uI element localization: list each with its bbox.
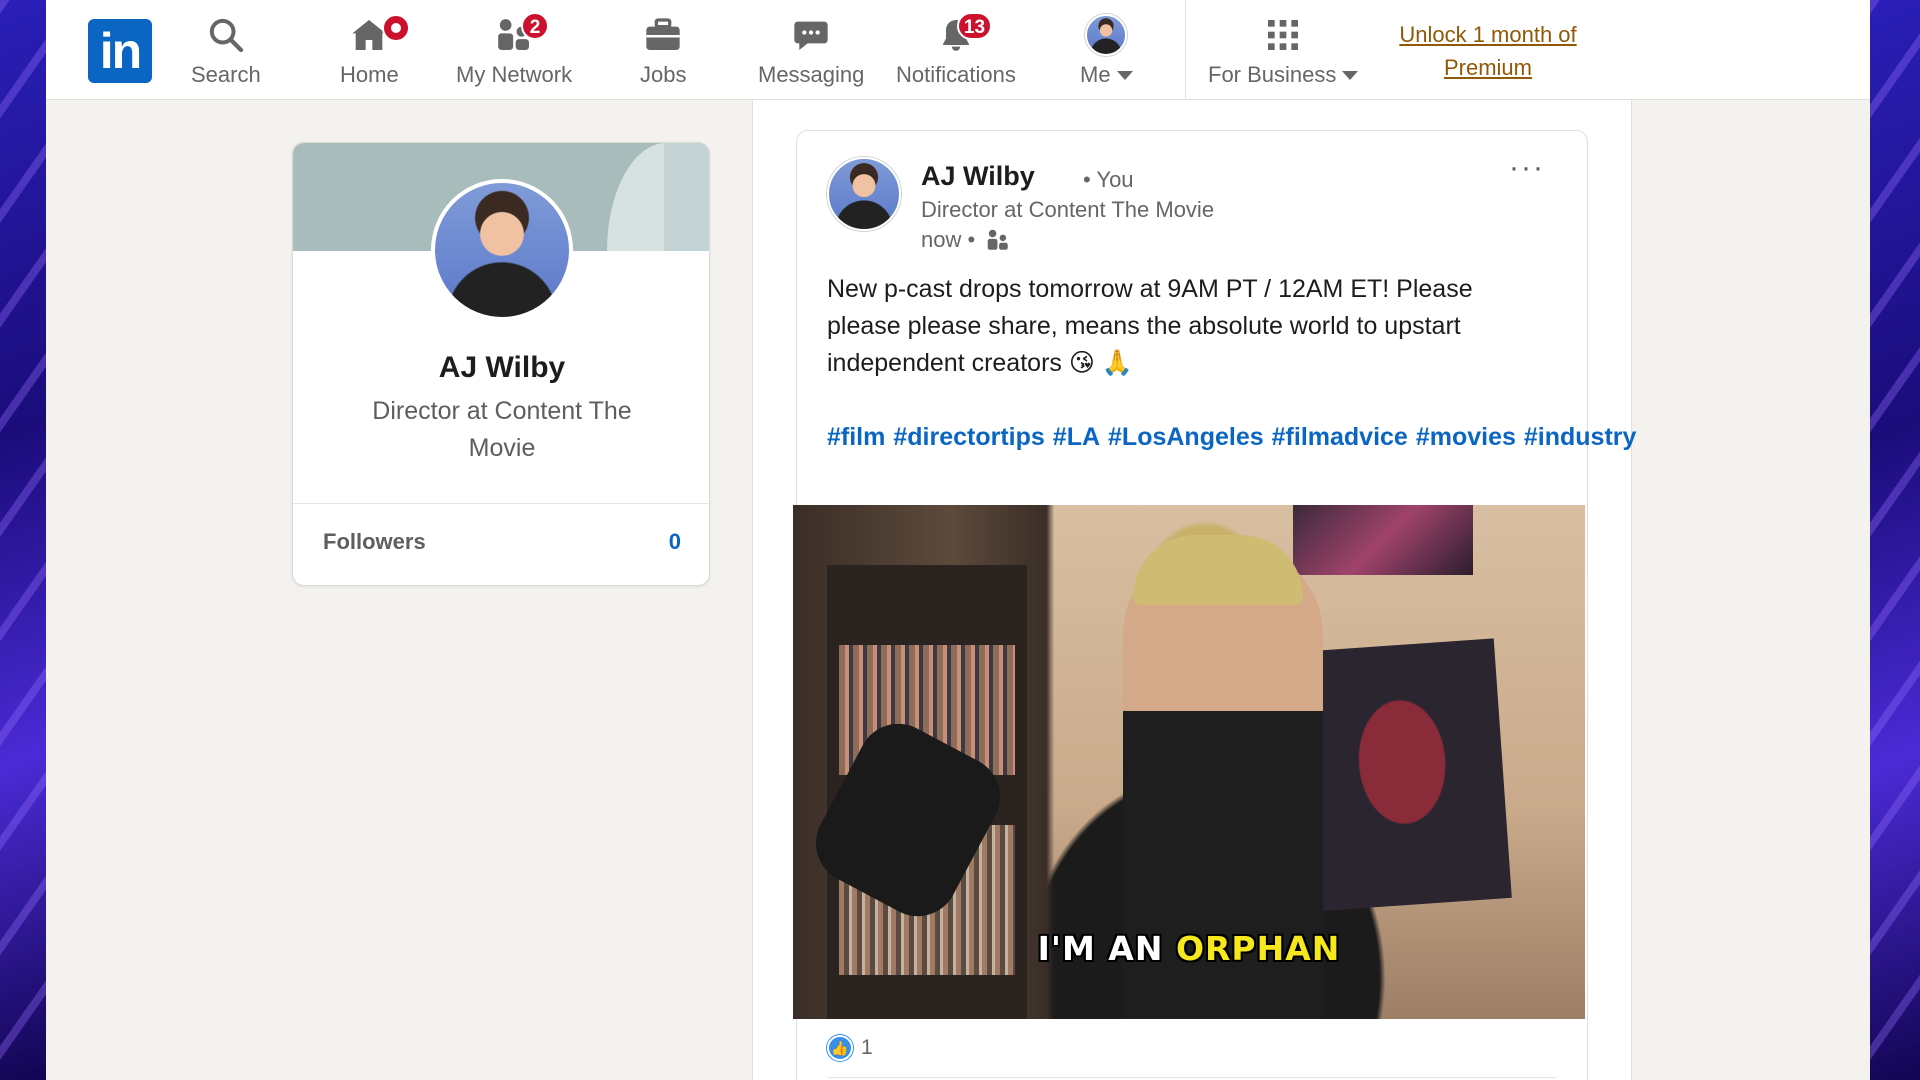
nav-divider [1185, 0, 1186, 100]
video-caption-highlight: ORPHAN [1175, 929, 1341, 968]
post-author-you-tag: • You [1083, 167, 1134, 192]
premium-upsell-link[interactable]: Unlock 1 month of Premium [1378, 18, 1598, 84]
browser-window: in Search Home 2 My Network Jobs Messagi… [46, 0, 1870, 1080]
hashtag-link[interactable]: #filmadvice [1272, 423, 1408, 451]
nav-notifications-label: Notifications [896, 62, 1016, 87]
profile-headline: Director at Content The Movie [372, 397, 632, 462]
desktop-background-left [0, 0, 46, 1080]
hashtag-link[interactable]: #directortips [893, 423, 1044, 451]
post-author-name[interactable]: AJ Wilby [921, 161, 1035, 192]
followers-label: Followers [323, 529, 426, 554]
post-author-avatar[interactable] [827, 157, 901, 231]
like-reaction-icon: 👍 [827, 1035, 853, 1061]
profile-card: AJ Wilby Director at Content The Movie F… [292, 142, 710, 586]
nav-messaging[interactable]: Messaging [758, 14, 864, 90]
linkedin-logo[interactable]: in [88, 19, 152, 83]
reactions-divider [827, 1077, 1557, 1078]
profile-avatar[interactable] [431, 179, 573, 321]
followers-count: 0 [668, 529, 681, 554]
video-person-hat [1133, 535, 1303, 605]
profile-name[interactable]: AJ Wilby [293, 351, 709, 385]
post-time-label: now • [921, 227, 976, 252]
nav-my-network[interactable]: 2 My Network [456, 12, 573, 90]
nav-jobs[interactable]: Jobs [640, 14, 686, 90]
post-timestamp: now • [921, 227, 1011, 253]
nav-messaging-label: Messaging [758, 62, 865, 87]
notifications-badge: 13 [956, 12, 993, 40]
connections-visibility-icon [987, 229, 1008, 250]
reaction-count: 1 [861, 1036, 873, 1059]
nav-search[interactable]: Search [191, 14, 261, 90]
top-navigation: in Search Home 2 My Network Jobs Messagi… [46, 0, 1870, 100]
nav-for-business[interactable]: For Business [1208, 14, 1359, 90]
post-author-headline: Director at Content The Movie [921, 197, 1215, 222]
nav-me-label: Me [1080, 62, 1111, 87]
network-badge: 2 [521, 12, 550, 40]
post-reactions[interactable]: 👍 1 [827, 1035, 873, 1061]
nav-home-label: Home [340, 62, 399, 87]
video-wall-painting [1294, 638, 1512, 912]
desktop-background-right [1870, 0, 1920, 1080]
profile-divider [293, 503, 709, 504]
chevron-down-icon [1116, 70, 1133, 80]
me-avatar [1085, 14, 1128, 56]
hashtag-link[interactable]: #film [827, 423, 885, 451]
post-video[interactable]: I'M AN ORPHAN [793, 505, 1585, 1019]
grid-icon [1268, 20, 1299, 50]
nav-notifications[interactable]: 13 Notifications [896, 12, 1016, 90]
message-icon [794, 21, 828, 50]
nav-for-business-label: For Business [1208, 62, 1337, 87]
nav-jobs-label: Jobs [640, 62, 687, 87]
nav-home[interactable]: Home [340, 14, 411, 90]
post-body-text: New p-cast drops tomorrow at 9AM PT / 12… [827, 275, 1473, 377]
post-hashtags: #film #directortips #LA #LosAngeles #filmadv… [827, 419, 1636, 456]
video-caption-part1: I'M AN [1037, 929, 1164, 968]
home-notification-dot [382, 14, 411, 42]
video-caption: I'M AN ORPHAN [793, 929, 1585, 968]
video-wall-art [1293, 505, 1473, 575]
nav-my-network-label: My Network [456, 62, 573, 87]
nav-search-label: Search [191, 62, 261, 87]
search-icon [209, 18, 244, 53]
hashtag-link[interactable]: #LA [1053, 423, 1100, 451]
hashtag-link[interactable]: #LosAngeles [1108, 423, 1264, 451]
post-card: AJ Wilby • You Director at Content The M… [793, 130, 1636, 1080]
briefcase-icon [646, 18, 680, 50]
followers-row[interactable]: Followers 0 [323, 529, 681, 555]
post-more-options-button[interactable]: ··· [1509, 151, 1545, 185]
hashtag-link[interactable]: #industry [1524, 423, 1637, 451]
nav-me[interactable]: Me [1080, 14, 1133, 90]
chevron-down-icon [1342, 70, 1359, 80]
hashtag-link[interactable]: #movies [1416, 423, 1516, 451]
